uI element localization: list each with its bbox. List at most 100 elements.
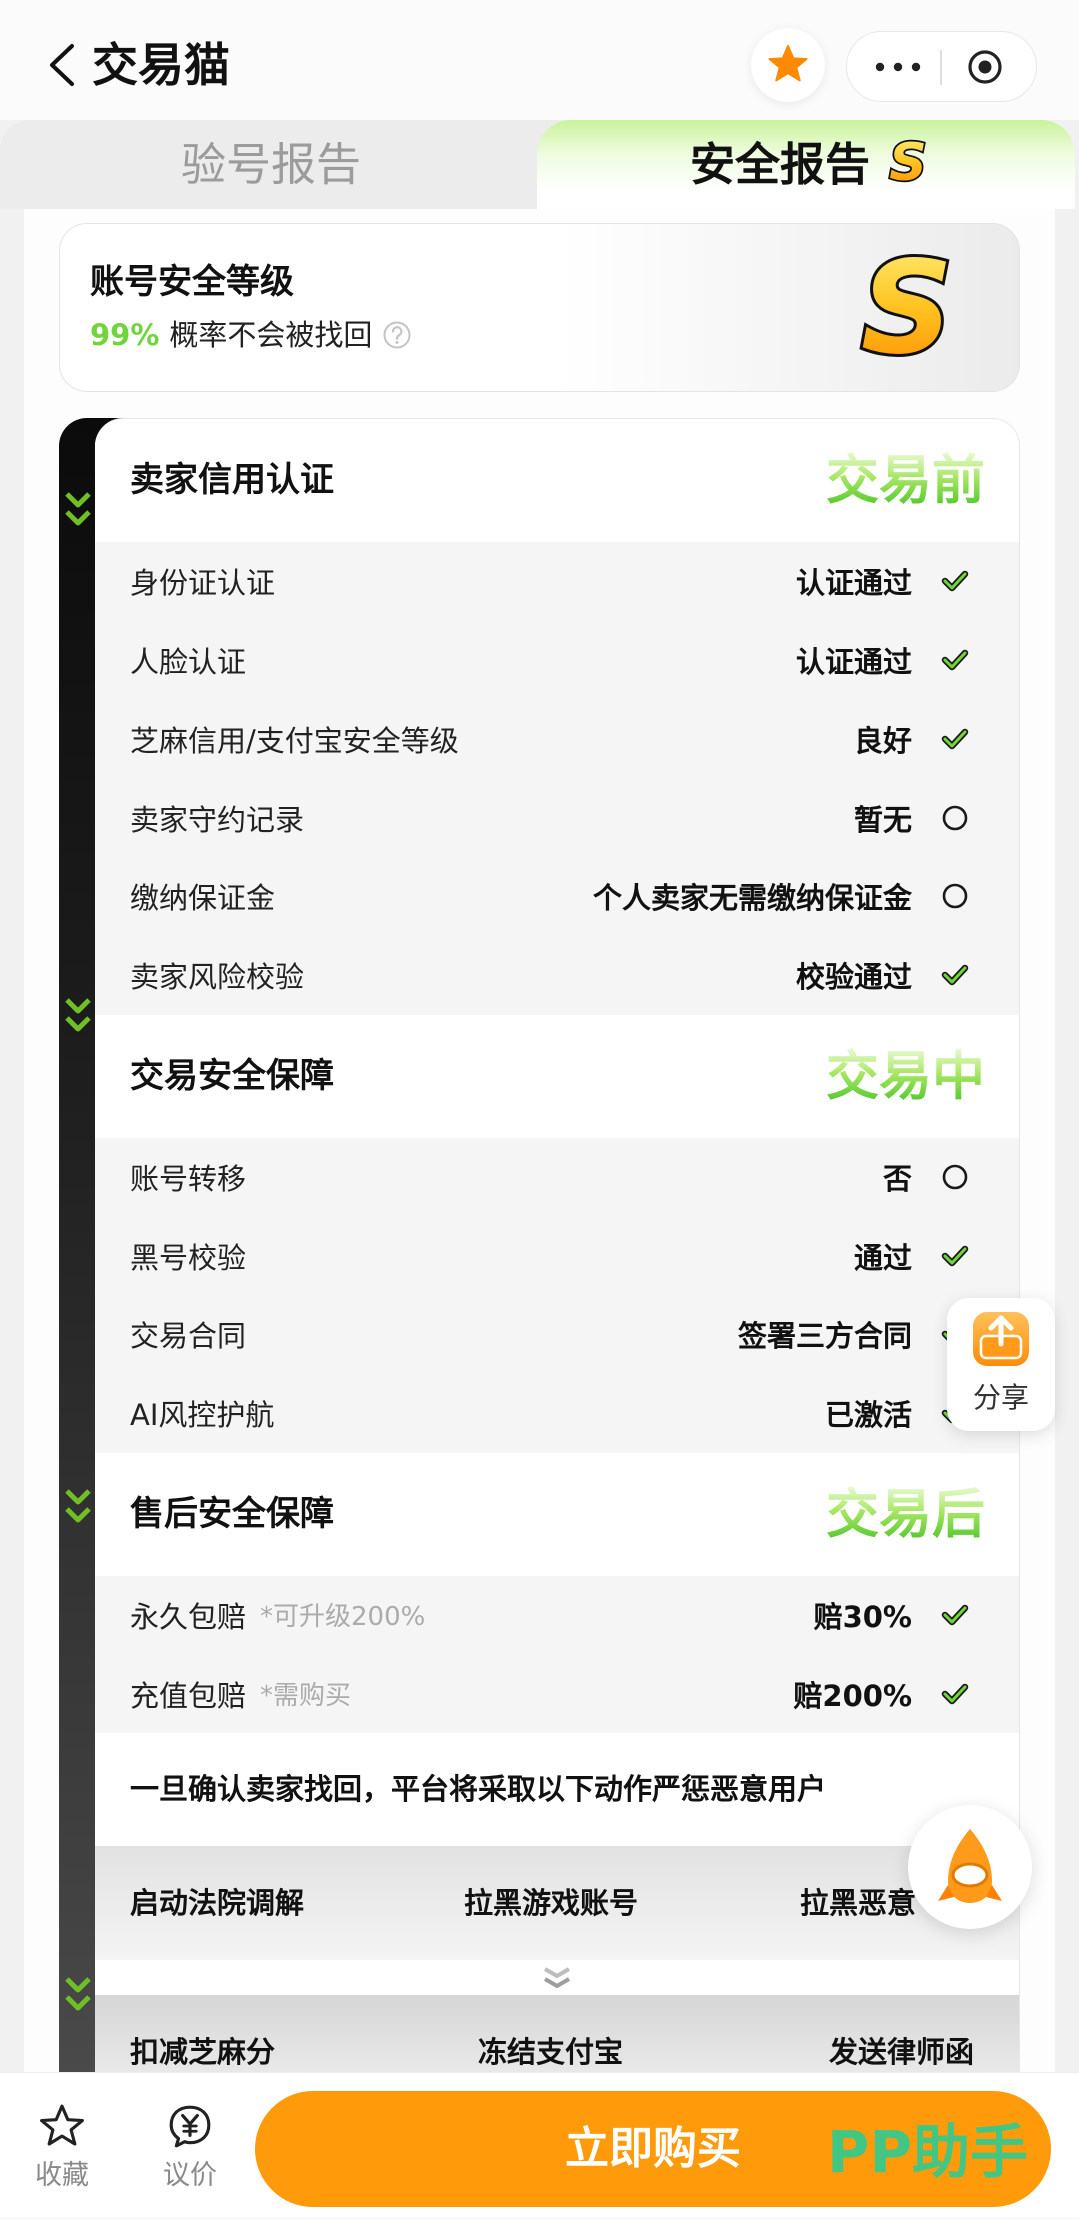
row-label: 卖家守约记录 xyxy=(130,802,305,837)
star-outline-icon xyxy=(40,2104,84,2146)
target-icon xyxy=(968,50,1002,84)
row-value: 赔200% xyxy=(793,1678,912,1713)
row-value: 认证通过 xyxy=(795,645,912,680)
back-button[interactable] xyxy=(44,42,80,88)
check-icon xyxy=(940,724,970,754)
double-chevron-down-icon xyxy=(65,998,91,1032)
expand-toggle[interactable] xyxy=(95,1960,1019,1995)
bargain-label: 议价 xyxy=(163,2160,217,2191)
share-label: 分享 xyxy=(972,1381,1029,1414)
favorite-star-button[interactable] xyxy=(751,28,825,102)
s-grade-badge-icon: S xyxy=(888,134,928,188)
row-label: 卖家风险校验 xyxy=(130,960,305,995)
tab-verify-report[interactable]: 验号报告 xyxy=(0,120,570,209)
bargain-button[interactable]: 议价 xyxy=(150,2073,230,2219)
row-value: 认证通过 xyxy=(795,566,912,601)
row-value: 通过 xyxy=(853,1240,912,1275)
chevron-left-icon xyxy=(50,44,74,86)
yuan-chat-icon xyxy=(169,2105,211,2148)
check-icon xyxy=(940,566,970,596)
s-grade-logo: S xyxy=(858,246,956,372)
watermark: PP助手 xyxy=(827,2118,1029,2186)
row-ai-risk-control: AI风控护航 已激活 xyxy=(95,1374,1019,1453)
more-dots-icon xyxy=(875,62,921,72)
svg-text:S: S xyxy=(889,134,926,188)
section-header-trade-security: 交易安全保障 交易中 xyxy=(95,1014,1019,1138)
star-icon xyxy=(768,44,808,82)
assistant-button[interactable] xyxy=(908,1805,1032,1929)
row-label: 账号转移 xyxy=(130,1161,247,1196)
row-id-card-auth: 身份证认证 认证通过 xyxy=(95,542,1019,621)
help-icon[interactable] xyxy=(382,320,412,350)
section-title: 售后安全保障 xyxy=(130,1493,334,1534)
penalty-intro: 一旦确认卖家找回，平台将采取以下动作严惩恶意用户 xyxy=(95,1733,1019,1846)
row-value: 校验通过 xyxy=(795,960,912,995)
penalty-action: 发送律师函 xyxy=(829,2035,975,2069)
favorite-label: 收藏 xyxy=(35,2160,89,2191)
capsule-divider xyxy=(940,50,942,85)
check-icon xyxy=(940,960,970,990)
circle-icon xyxy=(940,1162,970,1192)
stage-tag: 交易后 xyxy=(826,1483,985,1545)
penalty-action: 扣减芝麻分 xyxy=(130,2035,276,2069)
section-rows-after-sales: 永久包赔 *可升级200% 赔30% 充值包赔 *需购买 赔200% xyxy=(95,1575,1019,1733)
tab-verify-label: 验号报告 xyxy=(181,138,362,191)
row-contract: 交易合同 签署三方合同 xyxy=(95,1295,1019,1374)
assistant-avatar-icon xyxy=(938,1829,1002,1903)
row-note: *需购买 xyxy=(260,1681,352,1712)
close-mini-program-button[interactable] xyxy=(963,45,1007,89)
row-account-transfer: 账号转移 否 xyxy=(95,1138,1019,1217)
section-title: 卖家信用认证 xyxy=(130,460,334,500)
row-label: 芝麻信用/支付宝安全等级 xyxy=(130,723,459,758)
penalty-action: 冻结支付宝 xyxy=(478,2035,624,2069)
security-desc: 概率不会被找回 xyxy=(169,318,373,352)
share-button[interactable]: 分享 xyxy=(947,1298,1055,1431)
row-label: 交易合同 xyxy=(130,1319,247,1354)
row-deposit: 缴纳保证金 个人卖家无需缴纳保证金 xyxy=(95,857,1019,936)
tab-security-report[interactable]: 安全报告 S xyxy=(537,120,1075,209)
row-permanent-compensation: 永久包赔 *可升级200% 赔30% xyxy=(95,1576,1019,1655)
penalty-actions-row: 启动法院调解 拉黑游戏账号 拉黑恶意 xyxy=(95,1846,1019,1960)
section-title: 交易安全保障 xyxy=(130,1055,334,1096)
more-button[interactable] xyxy=(871,52,925,82)
penalty-action: 拉黑游戏账号 xyxy=(464,1886,639,1920)
row-value: 良好 xyxy=(853,723,912,758)
check-icon xyxy=(940,1679,970,1709)
check-icon xyxy=(940,645,970,675)
row-seller-risk: 卖家风险校验 校验通过 xyxy=(95,936,1019,1015)
row-value: 赔30% xyxy=(813,1599,912,1634)
row-label: 缴纳保证金 xyxy=(130,881,276,916)
row-face-auth: 人脸认证 认证通过 xyxy=(95,621,1019,700)
stage-tag: 交易前 xyxy=(826,450,985,511)
row-label: 黑号校验 xyxy=(130,1240,247,1275)
row-blacklist-check: 黑号校验 通过 xyxy=(95,1216,1019,1295)
row-sesame-credit: 芝麻信用/支付宝安全等级 良好 xyxy=(95,700,1019,779)
security-level-card: 账号安全等级 99% 概率不会被找回 S xyxy=(59,223,1020,392)
page-title: 交易猫 xyxy=(92,38,230,92)
section-header-after-sales: 售后安全保障 交易后 xyxy=(95,1452,1019,1576)
check-icon xyxy=(940,1600,970,1630)
double-chevron-down-icon xyxy=(65,1977,91,2011)
security-report-card: 卖家信用认证 交易前 身份证认证 认证通过 人脸认证 认证通过 芝麻信用/支付宝… xyxy=(59,418,1020,2079)
report-content: 卖家信用认证 交易前 身份证认证 认证通过 人脸认证 认证通过 芝麻信用/支付宝… xyxy=(95,418,1020,2079)
circle-icon xyxy=(940,803,970,833)
stage-tag: 交易中 xyxy=(826,1045,985,1107)
row-note: *可升级200% xyxy=(260,1602,426,1633)
row-value: 个人卖家无需缴纳保证金 xyxy=(592,881,912,916)
check-icon xyxy=(940,1241,970,1271)
favorite-button[interactable]: 收藏 xyxy=(22,2073,102,2219)
row-seller-record: 卖家守约记录 暂无 xyxy=(95,778,1019,857)
row-value: 否 xyxy=(882,1161,912,1196)
mini-program-capsule xyxy=(846,31,1037,102)
row-value: 已激活 xyxy=(824,1398,912,1433)
security-level-title: 账号安全等级 xyxy=(90,262,294,302)
row-recharge-compensation: 充值包赔 *需购买 赔200% xyxy=(95,1654,1019,1733)
double-chevron-down-icon xyxy=(65,492,91,526)
penalty-action: 启动法院调解 xyxy=(130,1886,305,1920)
tab-security-label: 安全报告 xyxy=(690,138,871,191)
penalty-actions-row-more: 扣减芝麻分 冻结支付宝 发送律师函 xyxy=(95,1995,1019,2079)
share-upload-icon xyxy=(973,1312,1029,1366)
row-label: 人脸认证 xyxy=(130,645,247,680)
double-chevron-down-icon xyxy=(543,1967,571,1988)
section-header-seller-credit: 卖家信用认证 交易前 xyxy=(95,419,1019,542)
